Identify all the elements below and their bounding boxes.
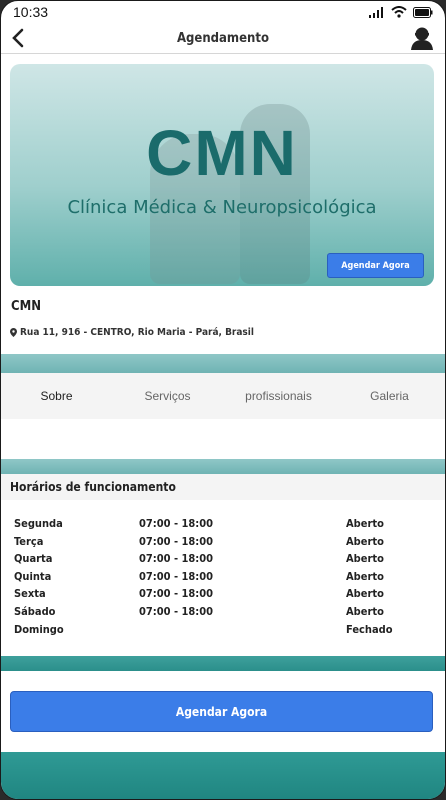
hours-status: Aberto bbox=[346, 569, 384, 583]
hours-row: Quinta 07:00 - 18:00 Aberto bbox=[14, 570, 434, 588]
map-pin-icon bbox=[10, 328, 17, 337]
profile-button[interactable] bbox=[409, 25, 435, 51]
status-icons bbox=[369, 6, 433, 18]
battery-icon bbox=[413, 6, 433, 18]
clinic-logo-subtitle: Clínica Médica & Neuropsicológica bbox=[67, 197, 377, 218]
page-title: Agendamento bbox=[176, 30, 270, 46]
clinic-logo-text: CMN bbox=[146, 117, 298, 189]
clinic-banner: CMN Clínica Médica & Neuropsicológica Ag… bbox=[10, 64, 434, 286]
decor-band bbox=[1, 752, 445, 799]
schedule-now-button[interactable]: Agendar Agora bbox=[10, 691, 433, 732]
wifi-icon bbox=[391, 6, 407, 18]
section-tabs: Sobre Serviços profissionais Galeria bbox=[1, 373, 445, 419]
opening-hours-title: Horários de funcionamento bbox=[1, 474, 445, 500]
hours-time: 07:00 - 18:00 bbox=[139, 534, 213, 548]
decor-band bbox=[1, 459, 445, 474]
tab-profissionais[interactable]: profissionais bbox=[223, 389, 334, 403]
cta-section: Agendar Agora bbox=[1, 671, 445, 752]
signal-icon bbox=[369, 7, 383, 18]
user-icon bbox=[411, 27, 433, 50]
hours-day: Quinta bbox=[14, 569, 52, 583]
hours-row: Sábado 07:00 - 18:00 Aberto bbox=[14, 605, 434, 623]
hours-status: Fechado bbox=[346, 622, 393, 636]
hours-status: Aberto bbox=[346, 517, 384, 530]
schedule-now-button-banner[interactable]: Agendar Agora bbox=[327, 253, 424, 278]
hours-time: 07:00 - 18:00 bbox=[139, 552, 213, 566]
hours-row: Domingo Fechado bbox=[14, 623, 434, 641]
status-time: 10:33 bbox=[13, 4, 49, 20]
hours-time: 07:00 - 18:00 bbox=[139, 604, 213, 618]
decor-band bbox=[1, 656, 445, 671]
hours-day: Quarta bbox=[14, 552, 53, 566]
hours-status: Aberto bbox=[346, 552, 384, 566]
hours-day: Sábado bbox=[14, 604, 56, 618]
address-text: Rua 11, 916 - CENTRO, Rio Maria - Pará, … bbox=[20, 327, 254, 338]
hours-row: Sexta 07:00 - 18:00 Aberto bbox=[14, 587, 434, 605]
tab-galeria[interactable]: Galeria bbox=[334, 389, 445, 403]
opening-hours-table: Segunda 07:00 - 18:00 Aberto Terça 07:00 - … bbox=[14, 517, 434, 640]
tab-sobre[interactable]: Sobre bbox=[1, 389, 112, 403]
hours-row: Segunda 07:00 - 18:00 Aberto bbox=[14, 517, 434, 535]
clinic-address: Rua 11, 916 - CENTRO, Rio Maria - Pará, … bbox=[10, 327, 254, 338]
status-bar: 10:33 bbox=[1, 1, 445, 23]
app-header: Agendamento bbox=[1, 23, 445, 54]
chevron-left-icon bbox=[12, 28, 24, 48]
hours-day: Terça bbox=[14, 534, 44, 548]
tab-servicos[interactable]: Serviços bbox=[112, 389, 223, 403]
clinic-name: CMN bbox=[11, 299, 42, 314]
hours-status: Aberto bbox=[346, 587, 384, 601]
decor-band bbox=[1, 354, 445, 373]
hours-day: Domingo bbox=[14, 622, 64, 636]
hours-day: Sexta bbox=[14, 587, 46, 601]
hours-time: 07:00 - 18:00 bbox=[139, 587, 213, 601]
hours-time: 07:00 - 18:00 bbox=[139, 569, 213, 583]
hours-status: Aberto bbox=[346, 604, 384, 618]
hours-time: 07:00 - 18:00 bbox=[139, 517, 213, 530]
hours-row: Quarta 07:00 - 18:00 Aberto bbox=[14, 552, 434, 570]
hours-status: Aberto bbox=[346, 534, 384, 548]
hours-day: Segunda bbox=[14, 517, 63, 530]
phone-screen: 10:33 Agendamento CMN Clínica Médica & N… bbox=[0, 0, 446, 800]
opening-hours-card: Horários de funcionamento Segunda 07:00 -… bbox=[1, 474, 445, 656]
hours-row: Terça 07:00 - 18:00 Aberto bbox=[14, 535, 434, 553]
back-button[interactable] bbox=[7, 27, 29, 49]
